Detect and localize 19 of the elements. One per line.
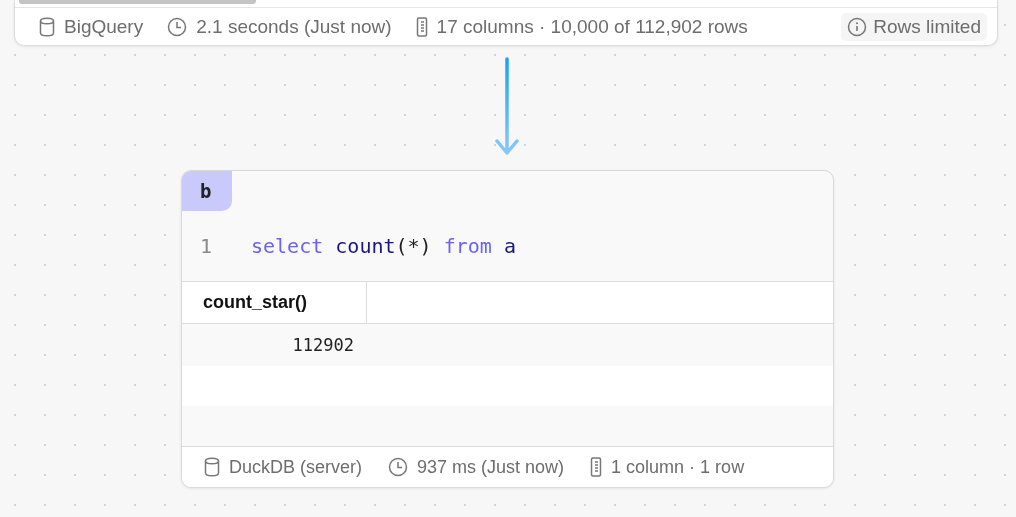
status-text: BigQuery: [64, 15, 144, 38]
code-line[interactable]: select count(*) from a: [251, 234, 516, 258]
status-text: 1 column · 1 row: [611, 456, 745, 478]
table-cell-text: 112902: [291, 334, 354, 357]
status-text: 937 ms (Just now): [417, 456, 565, 478]
line-number: 1: [199, 234, 214, 258]
cell-name-tag[interactable]: b: [182, 171, 232, 211]
clock-icon: [388, 457, 408, 477]
database-icon: [39, 16, 55, 37]
info-icon: [847, 16, 868, 37]
status-text: DuckDB (server): [229, 456, 362, 478]
status-text: 2.1 seconds (Just now): [196, 15, 392, 38]
clock-icon: [167, 16, 188, 37]
scrollbar-thumb[interactable]: [19, 0, 256, 4]
ruler-icon: [590, 457, 603, 477]
rows-limited-badge[interactable]: Rows limited: [841, 12, 987, 41]
database-icon: [204, 457, 220, 477]
ruler-icon: [415, 16, 428, 37]
status-text: 17 columns · 10,000 of 112,902 rows: [436, 15, 748, 38]
